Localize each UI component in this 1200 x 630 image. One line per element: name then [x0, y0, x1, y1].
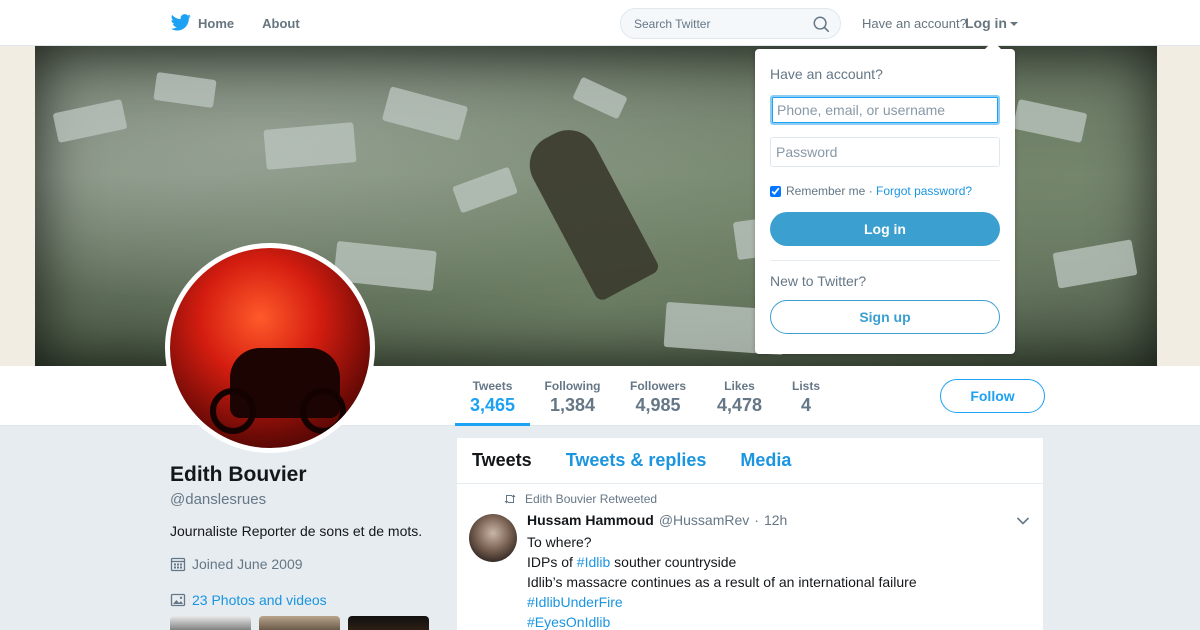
photos-videos-link[interactable]: 23 Photos and videos [170, 592, 327, 608]
hashtag-link[interactable]: #EyesOnIdlib [527, 614, 610, 630]
stat-label: Tweets [472, 379, 513, 393]
tweet-timestamp[interactable]: 12h [764, 512, 787, 528]
profile-avatar[interactable] [165, 243, 375, 453]
remember-me-checkbox[interactable] [770, 185, 781, 197]
hashtag-link[interactable]: #IdlibUnderFire [527, 594, 623, 610]
login-dropdown: Have an account? Remember me · Forgot pa… [755, 41, 1015, 354]
profile-name[interactable]: Edith Bouvier [170, 463, 307, 487]
photos-videos-label: 23 Photos and videos [192, 592, 327, 608]
login-menu-label: Log in [965, 15, 1007, 31]
search-icon[interactable] [812, 15, 830, 33]
search-input[interactable] [634, 17, 804, 31]
media-thumbnail[interactable] [348, 616, 429, 630]
tweet-text: To where? IDPs of #Idlib souther country… [527, 532, 917, 630]
stat-following[interactable]: Following 1,384 [540, 366, 605, 426]
media-thumbnail[interactable] [259, 616, 340, 630]
retweet-context: Edith Bouvier Retweeted [503, 492, 657, 506]
search-box [620, 8, 841, 39]
remember-separator: · [868, 184, 873, 198]
tab-tweets[interactable]: Tweets [472, 450, 532, 471]
caret-down-icon [1010, 22, 1018, 27]
top-navigation-bar: Home About Have an account? Log in [0, 0, 1200, 46]
tab-media[interactable]: Media [740, 450, 791, 471]
calendar-icon [170, 557, 186, 572]
signup-button[interactable]: Sign up [770, 300, 1000, 334]
stat-label: Lists [791, 379, 820, 393]
stat-label: Following [544, 379, 601, 393]
nav-about-link[interactable]: About [262, 16, 300, 31]
login-dropdown-title: Have an account? [770, 66, 883, 82]
stat-value: 4,985 [635, 395, 681, 415]
tweet-author-name[interactable]: Hussam Hammoud [527, 512, 654, 528]
tweet-line: Idlib’s massacre continues as a result o… [527, 574, 917, 590]
username-field[interactable] [770, 95, 1000, 125]
dropdown-divider [770, 260, 1000, 261]
tab-tweets-and-replies[interactable]: Tweets & replies [566, 450, 707, 471]
login-menu-toggle[interactable]: Log in [965, 15, 1018, 31]
stat-label: Likes [724, 379, 755, 393]
stat-lists[interactable]: Lists 4 [786, 366, 826, 426]
tweet-separator: · [754, 512, 759, 528]
new-to-twitter-text: New to Twitter? [770, 273, 867, 289]
account-prompt-text: Have an account? [862, 16, 967, 31]
profile-joined: Joined June 2009 [170, 556, 303, 572]
remember-me-label[interactable]: Remember me [786, 184, 865, 198]
tweet-author-handle[interactable]: @HussamRev [659, 512, 749, 528]
nav-home-link[interactable]: Home [198, 16, 234, 31]
timeline: Tweets Tweets & replies Media Edith Bouv… [456, 437, 1044, 630]
tweet-text-fragment: IDPs of [527, 554, 577, 570]
stat-value: 1,384 [549, 395, 596, 415]
forgot-password-link[interactable]: Forgot password? [876, 184, 972, 198]
timeline-tabs: Tweets Tweets & replies Media [457, 438, 1043, 484]
password-field[interactable] [770, 137, 1000, 167]
tweet-line: IDPs of #Idlib souther countryside [527, 552, 917, 572]
stat-label: Followers [629, 379, 686, 393]
tweet-line: To where? [527, 534, 592, 550]
profile-bio: Journaliste Reporter de sons et de mots. [170, 523, 423, 539]
photo-icon [170, 593, 186, 607]
tweet-header: Hussam Hammoud @HussamRev · 12h [527, 512, 787, 528]
stat-value: 4 [800, 395, 811, 415]
tweet-text-fragment: souther countryside [610, 554, 737, 570]
stat-followers[interactable]: Followers 4,985 [624, 366, 692, 426]
follow-button[interactable]: Follow [940, 379, 1045, 413]
twitter-bird-icon[interactable] [170, 14, 192, 32]
media-thumbnail[interactable] [170, 616, 251, 630]
nav-left-group: Home About [170, 0, 328, 46]
joined-text: Joined June 2009 [192, 556, 303, 572]
retweet-icon [504, 494, 516, 504]
tweet-author-avatar[interactable] [469, 514, 517, 562]
stat-tweets[interactable]: Tweets 3,465 [455, 366, 530, 426]
stat-value: 4,478 [716, 395, 763, 415]
chevron-down-icon[interactable] [1016, 516, 1030, 526]
profile-handle[interactable]: @danslesrues [170, 491, 266, 508]
stat-likes[interactable]: Likes 4,478 [712, 366, 767, 426]
retweet-context-text[interactable]: Edith Bouvier Retweeted [525, 492, 657, 506]
hashtag-link[interactable]: #Idlib [577, 554, 610, 570]
stat-value: 3,465 [469, 395, 516, 415]
remember-me-row: Remember me · Forgot password? [770, 184, 972, 198]
login-button[interactable]: Log in [770, 212, 1000, 246]
